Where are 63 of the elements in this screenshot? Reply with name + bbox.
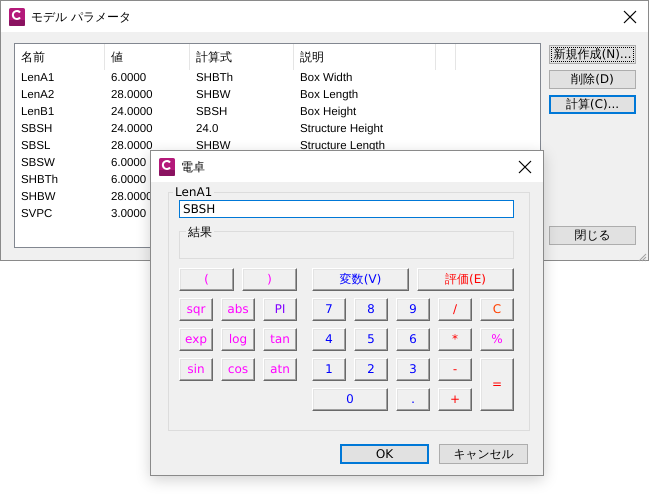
calculator-key[interactable]: 0 bbox=[312, 388, 388, 410]
calculator-key[interactable]: / bbox=[438, 298, 472, 320]
table-cell-text: 24.0000 bbox=[110, 104, 154, 120]
calculator-key[interactable]: 6 bbox=[396, 328, 430, 350]
result-label: 結果 bbox=[187, 226, 213, 238]
table-cell-text: LenB1 bbox=[20, 104, 56, 120]
calculator-key[interactable]: 1 bbox=[312, 358, 346, 380]
calculator-key[interactable]: PI bbox=[263, 298, 297, 320]
group-label: LenA1 bbox=[174, 186, 214, 198]
table-cell-text: Box Width bbox=[299, 70, 354, 86]
column-header[interactable]: 計算式 bbox=[190, 44, 294, 70]
table-cell-text: 28.0000 bbox=[110, 88, 154, 103]
window-title: モデル パラメータ bbox=[31, 8, 131, 26]
dialog-button[interactable]: OK bbox=[340, 444, 429, 464]
calculator-key[interactable]: 3 bbox=[396, 358, 430, 380]
table-cell-text: Structure Length bbox=[299, 138, 386, 154]
table-cell-text: SHBTh bbox=[20, 172, 60, 188]
dialog-button[interactable]: 計算(C)... bbox=[549, 95, 636, 114]
table-cell-text: SBSL bbox=[20, 138, 52, 154]
table-cell-text: Structure Height bbox=[299, 122, 384, 137]
calculator-key[interactable]: 4 bbox=[312, 328, 346, 350]
calculator-key[interactable]: 5 bbox=[354, 328, 388, 350]
table-cell-text: 24.0 bbox=[195, 122, 220, 137]
app-icon bbox=[9, 8, 25, 26]
table-cell-text: SBSW bbox=[20, 156, 56, 171]
calculator-key[interactable]: + bbox=[438, 388, 472, 410]
table-cell-text: LenA2 bbox=[20, 88, 56, 103]
expression-field[interactable]: SBSH bbox=[179, 200, 514, 218]
calculator-key[interactable]: * bbox=[438, 328, 472, 350]
table-cell-text: SBSH bbox=[20, 122, 54, 137]
table-cell-text: SVPC bbox=[20, 206, 54, 222]
table-cell-text: 28.0000 bbox=[110, 138, 154, 154]
table-cell-text: 6.0000 bbox=[110, 156, 146, 171]
table-cell-text: 6.0000 bbox=[110, 70, 148, 86]
calculator-key[interactable]: 7 bbox=[312, 298, 346, 320]
table-cell-text: Box Length bbox=[299, 88, 360, 103]
close-button[interactable]: 閉じる bbox=[549, 226, 636, 245]
calculator-key[interactable]: 評価(E) bbox=[417, 268, 514, 290]
column-header[interactable]: 値 bbox=[105, 44, 190, 70]
table-cell-text: SHBW bbox=[195, 88, 232, 103]
calculator-key[interactable]: 変数(V) bbox=[312, 268, 409, 290]
table-cell-text: SHBW bbox=[195, 138, 232, 154]
app-icon bbox=[159, 158, 175, 176]
table-cell-text: 24.0000 bbox=[110, 122, 154, 137]
calculator-key[interactable]: 9 bbox=[396, 298, 430, 320]
window-title: 電卓 bbox=[181, 158, 205, 176]
table-cell-text: Box Height bbox=[299, 104, 358, 120]
table-cell-text: SBSH bbox=[195, 104, 228, 120]
table-cell-text: SHBW bbox=[20, 190, 56, 205]
table-cell-text: LenA1 bbox=[20, 70, 56, 86]
column-header[interactable]: 名前 bbox=[15, 44, 105, 70]
table-cell-text: SHBTh bbox=[195, 70, 234, 86]
calculator-key[interactable]: . bbox=[396, 388, 430, 410]
calculator-key[interactable]: 2 bbox=[354, 358, 388, 380]
dialog-button[interactable]: キャンセル bbox=[439, 444, 528, 464]
calculator-key[interactable]: 8 bbox=[354, 298, 388, 320]
calculator-key[interactable]: = bbox=[480, 358, 514, 410]
table-cell-text: 6.0000 bbox=[110, 172, 146, 188]
calculator-key[interactable]: - bbox=[438, 358, 472, 380]
table-cell-text: 3.0000 bbox=[110, 206, 146, 222]
dialog-button[interactable]: 新規作成(N)... bbox=[549, 45, 636, 64]
column-header[interactable]: 説明 bbox=[294, 44, 436, 70]
dialog-button[interactable]: 削除(D) bbox=[549, 70, 636, 89]
